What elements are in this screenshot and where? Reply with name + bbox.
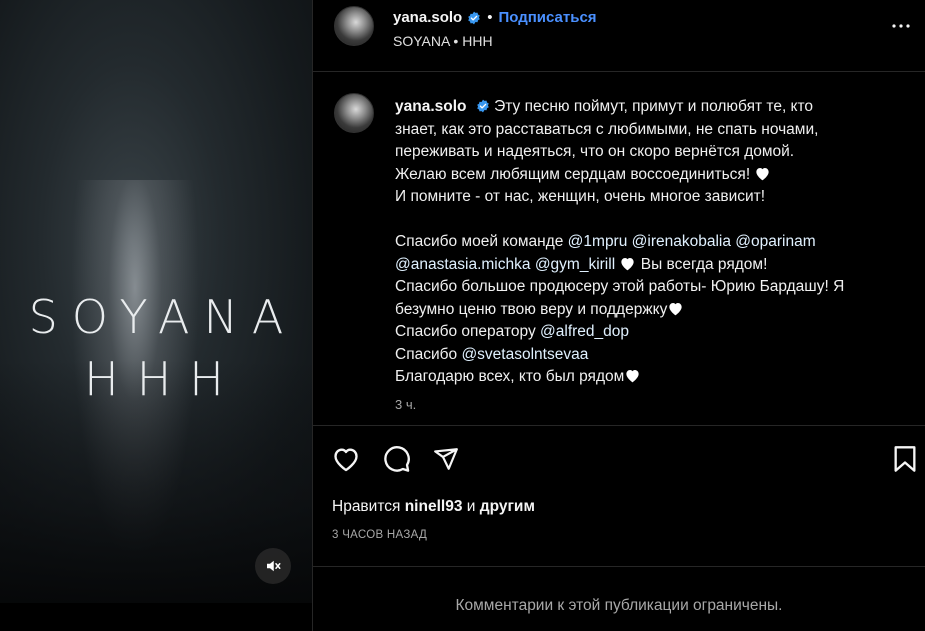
caption-username[interactable]: yana.solo: [395, 98, 467, 115]
video-player[interactable]: SOYANA HHH: [0, 0, 312, 603]
caption-line: Вы всегда рядом!: [640, 255, 768, 273]
video-title-text: SOYANA: [28, 290, 298, 344]
caption-line: И помните - от нас, женщин, очень многое…: [395, 188, 766, 205]
white-heart-emoji-icon: [621, 257, 635, 270]
likes-others-link[interactable]: другим: [480, 498, 535, 515]
comment-icon: [384, 446, 410, 472]
post-date[interactable]: 3 ЧАСОВ НАЗАД: [332, 529, 427, 541]
caption-line: Благодарю всех, кто был рядом: [395, 368, 625, 385]
author-avatar[interactable]: [334, 6, 374, 46]
audio-subtitle[interactable]: SOYANA • HHH: [393, 33, 493, 49]
likes-summary[interactable]: Нравится ninell93 и другим: [332, 498, 535, 516]
verified-badge-icon: [477, 99, 489, 113]
comments-restricted-notice: Комментарии к этой публикации ограничены…: [455, 597, 783, 614]
follow-button[interactable]: Подписаться: [498, 9, 596, 26]
caption-line: Эту песню поймут, примут и полюбят те, к…: [494, 98, 814, 115]
caption-line: знает, как это расставаться с любимыми, …: [395, 120, 819, 138]
liker-username[interactable]: ninell93: [405, 498, 463, 515]
caption-line: Спасибо: [395, 345, 458, 363]
post-caption: yana.solo Эту песню поймут, примут и пол…: [313, 72, 925, 426]
more-horizontal-icon[interactable]: [889, 14, 913, 38]
caption-line: Желаю всем любящим сердцам воссоединитьс…: [395, 165, 751, 183]
verified-badge-icon: [468, 11, 480, 24]
share-button[interactable]: [431, 444, 461, 474]
video-subtitle-text: HHH: [84, 352, 242, 406]
mention-link[interactable]: @1mpru: [568, 233, 628, 250]
speaker-muted-icon: [267, 560, 281, 572]
mute-toggle-button[interactable]: [255, 548, 291, 584]
caption-author-avatar[interactable]: [334, 93, 374, 133]
send-icon: [434, 448, 458, 470]
white-heart-emoji-icon: [756, 167, 770, 180]
mention-link[interactable]: @anastasia.michka: [395, 256, 531, 273]
save-button[interactable]: [890, 444, 920, 474]
white-heart-emoji-icon: [626, 370, 639, 383]
bookmark-icon: [894, 446, 916, 472]
comment-button[interactable]: [382, 444, 412, 474]
white-heart-emoji-icon: [669, 302, 683, 315]
caption-timestamp[interactable]: 3 ч.: [395, 397, 416, 412]
caption-line: Спасибо моей команде: [395, 233, 564, 250]
author-username[interactable]: yana.solo: [393, 9, 462, 26]
mention-link[interactable]: @svetasolntsevaa: [461, 346, 588, 363]
mention-link[interactable]: @alfred_dop: [540, 323, 629, 340]
separator-dot: •: [487, 9, 493, 26]
post-header: yana.solo • Подписаться SOYANA • HHH: [313, 0, 925, 72]
like-button[interactable]: [331, 444, 361, 474]
heart-icon: [334, 448, 358, 472]
caption-line: Спасибо большое продюсеру этой работы- Ю…: [395, 278, 845, 295]
caption-line: безумно ценю твою веру и поддержку: [395, 300, 668, 318]
mention-link[interactable]: @irenakobalia: [632, 233, 731, 250]
mention-link[interactable]: @gym_kirill: [535, 256, 615, 273]
post-actions: Нравится ninell93 и другим 3 ЧАСОВ НАЗАД…: [313, 426, 925, 631]
mention-link[interactable]: @oparinam: [735, 233, 815, 250]
caption-line: переживать и надеяться, что он скоро вер…: [395, 143, 795, 160]
caption-text: yana.solo Эту песню поймут, примут и пол…: [395, 96, 915, 389]
caption-line: Спасибо оператору: [395, 323, 536, 340]
